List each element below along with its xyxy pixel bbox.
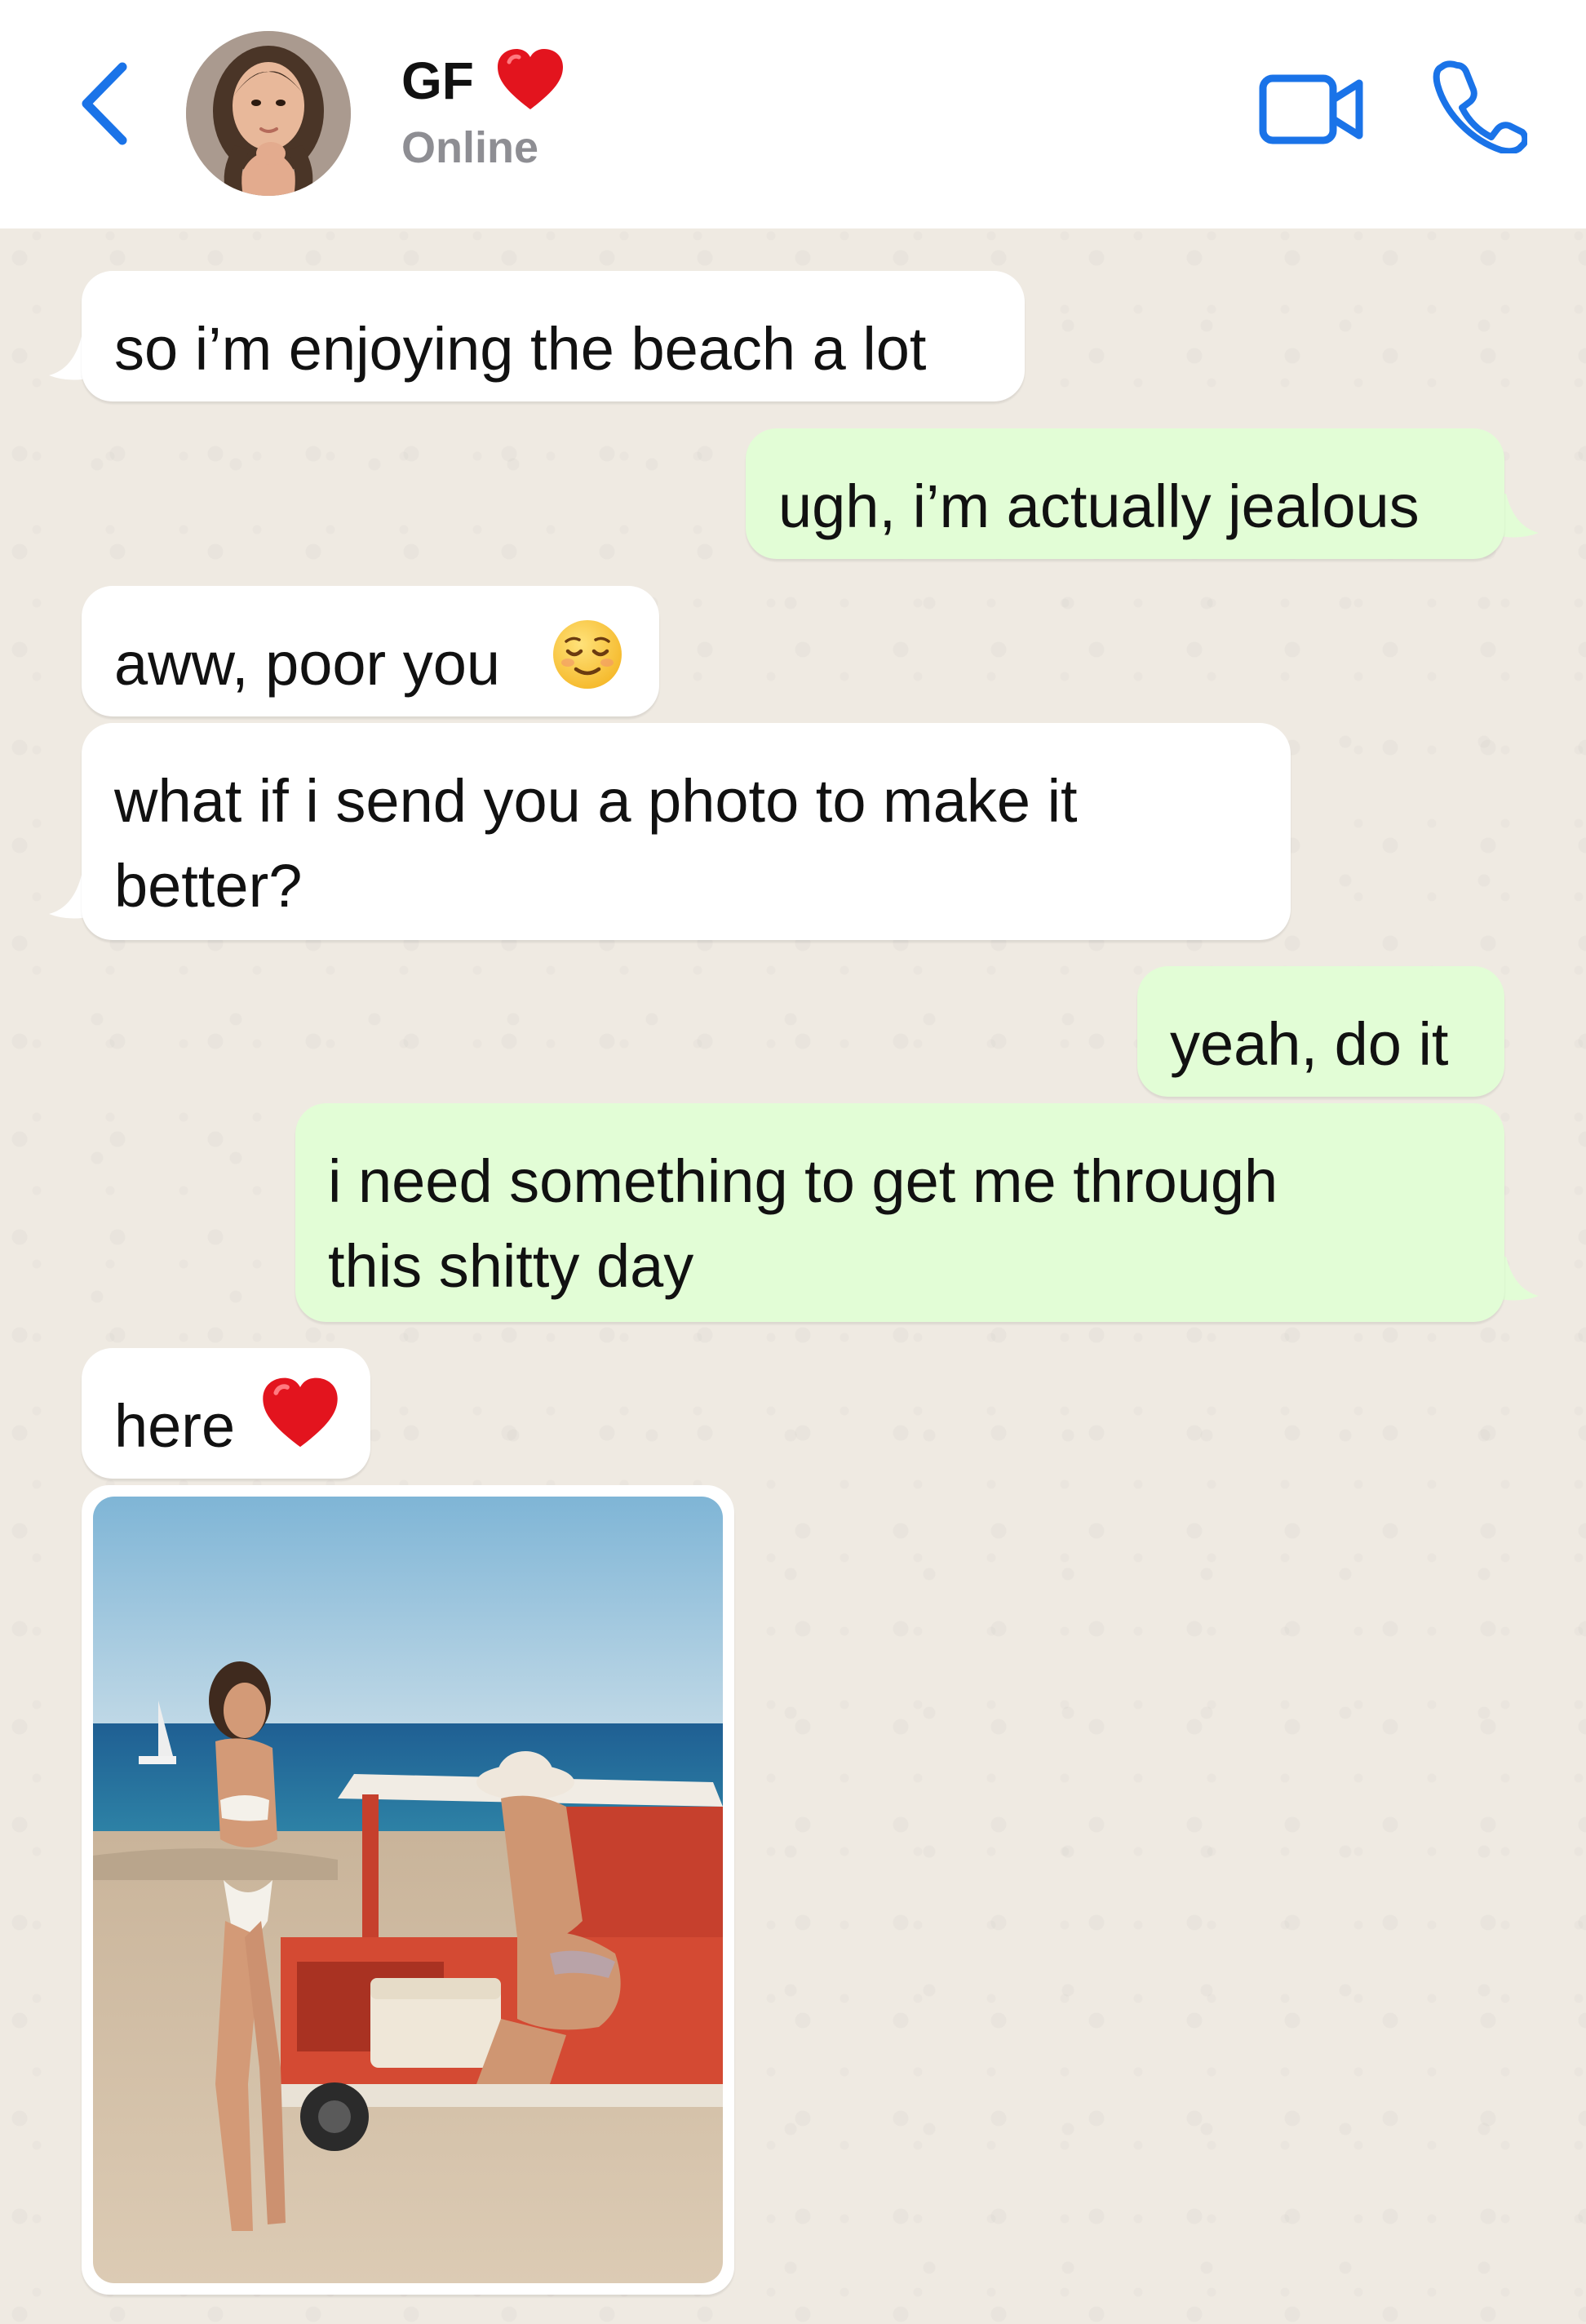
message-text-line: what if i send you a photo to make it [114, 767, 1078, 835]
chat-screen: GF Online so i’m enjoying the beach a lo… [0, 0, 1586, 2324]
relieved-face-icon [553, 620, 622, 689]
photo-message[interactable] [82, 1485, 734, 2295]
chevron-left-icon[interactable] [72, 59, 137, 149]
red-heart-icon [498, 49, 563, 109]
message-text: yeah, do it [1170, 1010, 1449, 1078]
message-bubble-outgoing[interactable]: i need something to get me through this … [295, 1103, 1504, 1322]
avatar[interactable] [186, 31, 351, 196]
message-bubble-incoming[interactable]: so i’m enjoying the beach a lot [82, 271, 1025, 401]
message-text-line: this shitty day [328, 1232, 694, 1300]
message-text-line: i need something to get me through [328, 1147, 1278, 1215]
message-text-line: better? [114, 852, 303, 920]
video-camera-icon[interactable] [1258, 69, 1366, 150]
message-bubble-incoming[interactable]: what if i send you a photo to make it be… [82, 723, 1291, 940]
contact-name[interactable]: GF [401, 51, 474, 111]
phone-icon[interactable] [1433, 59, 1527, 153]
message-text: ugh, i’m actually jealous [778, 472, 1420, 540]
message-bubble-outgoing[interactable]: yeah, do it [1137, 966, 1504, 1097]
message-text: here [114, 1392, 236, 1460]
chat-header: GF Online [0, 0, 1586, 228]
red-heart-icon [263, 1377, 338, 1448]
message-text: aww, poor you [114, 630, 501, 698]
beach-photo[interactable] [93, 1497, 723, 2283]
message-bubble-outgoing[interactable]: ugh, i’m actually jealous [746, 428, 1504, 559]
message-text: so i’m enjoying the beach a lot [114, 315, 927, 383]
online-status: Online [401, 123, 539, 172]
